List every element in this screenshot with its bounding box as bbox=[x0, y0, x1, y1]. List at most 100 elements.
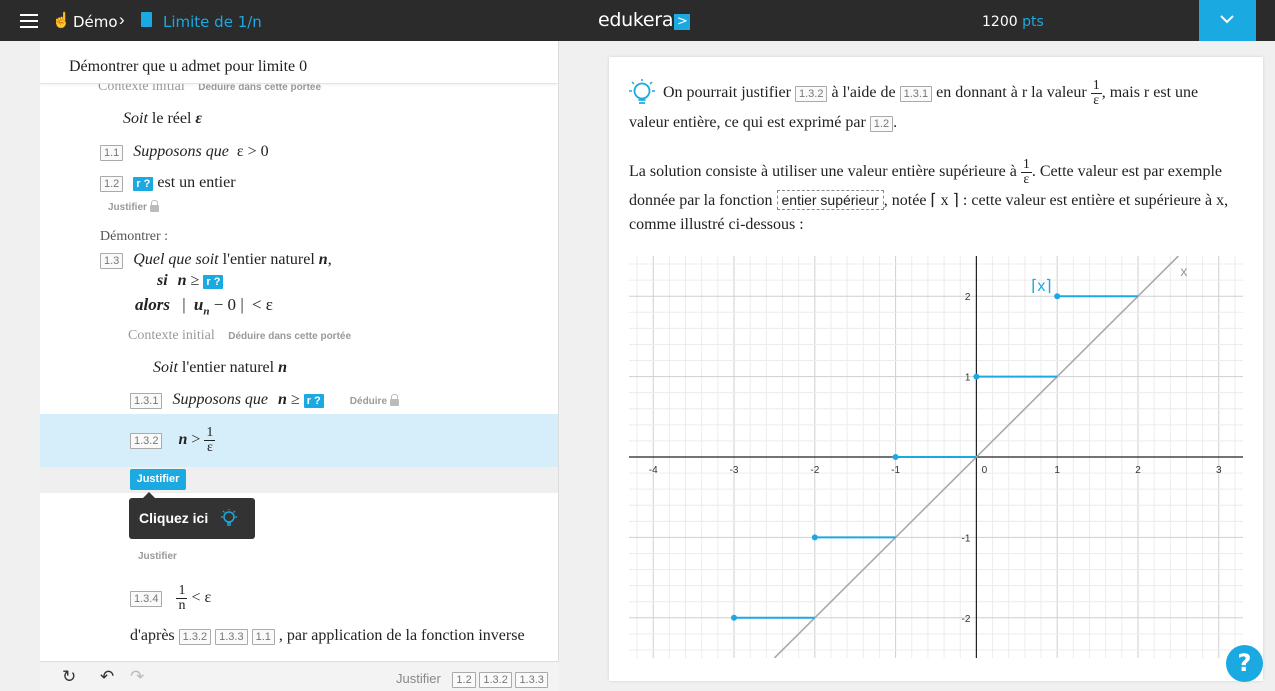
n-var: n bbox=[318, 251, 328, 268]
soit-n-line: Soit l'entier naturel n bbox=[153, 359, 287, 377]
ceiling-point bbox=[973, 373, 980, 380]
r-unknown-badge[interactable]: r ? bbox=[203, 275, 224, 289]
n-var: n bbox=[177, 272, 187, 289]
ref-chip[interactable]: 1.3.2 bbox=[479, 672, 512, 688]
action-band bbox=[40, 467, 558, 493]
step-1-3-4[interactable]: 1.3.4 1n < ε bbox=[130, 584, 211, 613]
step-1-3[interactable]: 1.3 Quel que soit l'entier naturel n, bbox=[100, 251, 332, 269]
si-keyword: si bbox=[157, 272, 168, 289]
hint-text: , notée ⌈ x ⌉ : cette valeur est entière… bbox=[883, 192, 1229, 209]
r-unknown-badge[interactable]: r ? bbox=[303, 394, 324, 408]
x-tick-label: -3 bbox=[730, 465, 739, 476]
u-var: u bbox=[193, 295, 204, 314]
epsilon-var: ε bbox=[195, 110, 202, 127]
ref-chip[interactable]: 1.3.2 bbox=[178, 629, 212, 645]
forall-keyword: Quel que soit bbox=[133, 251, 219, 268]
step-ref[interactable]: 1.3.1 bbox=[130, 393, 163, 409]
ge-symbol: ≥ bbox=[290, 391, 300, 408]
y-tick-label: 1 bbox=[965, 373, 971, 384]
y-tick-label: -1 bbox=[961, 533, 970, 544]
step-ref[interactable]: 1.1 bbox=[100, 145, 124, 161]
step-expr: ε > 0 bbox=[236, 143, 269, 160]
fraction-den: ε bbox=[1023, 171, 1030, 187]
reset-icon[interactable]: ↻ bbox=[62, 668, 76, 685]
soit-text: le réel bbox=[151, 110, 192, 127]
step-text: est un entier bbox=[157, 174, 236, 191]
hint-text: , mais r est une bbox=[1101, 84, 1199, 101]
step-ref[interactable]: 1.3.2 bbox=[130, 433, 163, 450]
ref-chip[interactable]: 1.2 bbox=[452, 672, 476, 688]
bottom-toolbar: ↻ ↶ ↷ Justifier 1.2 1.3.2 1.3.3 bbox=[40, 661, 559, 691]
proof-title: Démontrer que u admet pour limite 0 bbox=[69, 58, 308, 75]
dropdown-button[interactable] bbox=[1199, 0, 1256, 41]
step-ref[interactable]: 1.3.4 bbox=[130, 591, 163, 608]
justify-button[interactable]: Justifier bbox=[130, 469, 186, 490]
x-tick-label: 2 bbox=[1135, 465, 1141, 476]
ceiling-point bbox=[892, 454, 899, 460]
deduce-scope-link[interactable]: Déduire dans cette portée bbox=[228, 331, 351, 342]
menu-icon[interactable] bbox=[20, 14, 38, 28]
hint-paragraph-2-line-1: La solution consiste à utiliser une vale… bbox=[629, 157, 1222, 187]
dapres-line: d'après 1.3.2 1.3.3 1.1 , par applicatio… bbox=[130, 627, 525, 645]
ref-chip[interactable]: 1.3.3 bbox=[515, 672, 548, 688]
soit-keyword: Soit bbox=[153, 359, 178, 376]
hint-text: en donnant à r la valeur bbox=[936, 84, 1087, 101]
ref-chip[interactable]: 1.3.1 bbox=[899, 86, 933, 102]
redo-icon[interactable]: ↷ bbox=[130, 668, 144, 685]
ceiling-chart: -4 -3 -2 -1 0 1 2 3 2 1 -1 -2 x ⌈x⌉ bbox=[629, 256, 1243, 658]
fraction-den: n bbox=[178, 598, 186, 613]
hint-paragraph-2-line-3: comme illustré ci-dessous : bbox=[629, 216, 804, 233]
step-ref[interactable]: 1.3 bbox=[100, 253, 124, 269]
proof-panel: Démontrer que u admet pour limite 0 Cont… bbox=[40, 41, 559, 691]
points-unit: pts bbox=[1022, 14, 1044, 30]
x-tick-label: -2 bbox=[810, 465, 819, 476]
y-tick-label: 2 bbox=[965, 292, 971, 303]
fraction-num: 1 bbox=[1020, 156, 1032, 173]
identity-label: x bbox=[1180, 263, 1187, 279]
n-var: n bbox=[278, 391, 287, 408]
hint-text: On pourrait justifier bbox=[663, 84, 791, 101]
hint-paragraph-1-line-1: On pourrait justifier 1.3.2 à l'aide de … bbox=[663, 78, 1198, 108]
fraction-num: 1 bbox=[204, 425, 216, 441]
breadcrumb-current[interactable]: Limite de 1/n bbox=[163, 13, 262, 31]
tooltip-text: Cliquez ici bbox=[139, 510, 209, 526]
breadcrumb-root[interactable]: Démo bbox=[73, 13, 118, 31]
hint-text: donnée par la fonction bbox=[629, 192, 773, 209]
step-1-3-2[interactable]: 1.3.2 n > 1ε bbox=[130, 425, 216, 455]
step-1-2[interactable]: 1.2 r ? est un entier bbox=[100, 174, 236, 192]
soit-text: l'entier naturel bbox=[181, 359, 275, 376]
ref-chip[interactable]: 1.2 bbox=[869, 116, 894, 132]
step-1-3-1[interactable]: 1.3.1 Supposons que n ≥ r ? Déduire bbox=[130, 391, 400, 409]
step-1-3-si: si n ≥ r ? bbox=[157, 272, 224, 290]
ceiling-function-term[interactable]: entier supérieur bbox=[776, 190, 884, 210]
lock-icon bbox=[149, 200, 159, 212]
deduce-label: Déduire bbox=[349, 396, 388, 407]
suppose-keyword: Supposons que bbox=[172, 391, 269, 408]
r-unknown-badge[interactable]: r ? bbox=[133, 177, 154, 191]
undo-icon[interactable]: ↶ bbox=[100, 668, 114, 685]
help-button[interactable]: ? bbox=[1226, 645, 1263, 682]
lt-epsilon: < ε bbox=[251, 295, 273, 314]
fraction-num: 1 bbox=[1090, 77, 1102, 94]
chevron-down-icon bbox=[1220, 15, 1234, 24]
book-icon bbox=[141, 12, 152, 27]
hint-text: valeur entière, ce qui est exprimé par bbox=[629, 114, 866, 131]
x-tick-label: -4 bbox=[649, 465, 658, 476]
n-var: n bbox=[178, 431, 188, 449]
fraction: 1n bbox=[176, 584, 188, 613]
fraction-den: ε bbox=[1093, 92, 1100, 108]
step-1-1[interactable]: 1.1 Supposons que ε > 0 bbox=[100, 143, 269, 161]
hint-paragraph-1-line-2: valeur entière, ce qui est exprimé par 1… bbox=[629, 108, 897, 137]
lightbulb-icon bbox=[221, 509, 237, 526]
ref-chip[interactable]: 1.3.3 bbox=[215, 629, 248, 645]
logo-arrow-icon: > bbox=[674, 14, 691, 30]
ref-chip[interactable]: 1.3.2 bbox=[794, 86, 828, 102]
step-ref[interactable]: 1.2 bbox=[100, 176, 124, 192]
x-tick-label: 0 bbox=[982, 465, 988, 476]
gt-symbol: > bbox=[191, 431, 201, 449]
lock-icon bbox=[390, 394, 400, 406]
proof-header: Démontrer que u admet pour limite 0 bbox=[40, 41, 558, 84]
justify-summary-label: Justifier bbox=[396, 671, 441, 686]
click-here-tooltip[interactable]: Cliquez ici bbox=[129, 492, 255, 539]
ref-chip[interactable]: 1.1 bbox=[251, 629, 275, 645]
